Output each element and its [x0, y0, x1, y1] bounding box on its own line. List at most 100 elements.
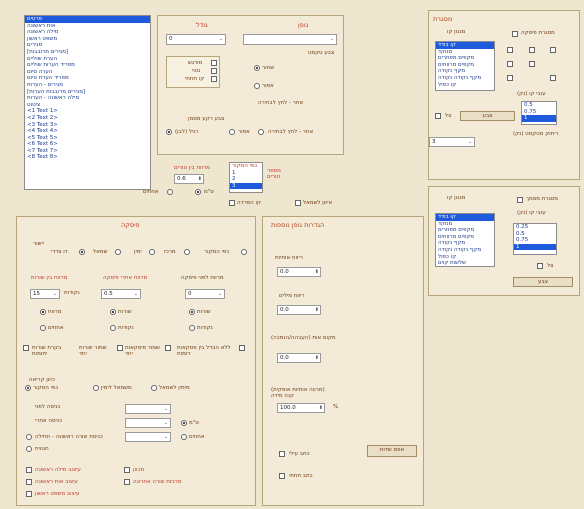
balance-checkbox[interactable]	[295, 200, 301, 206]
list-item[interactable]: מילה ראשונה - הערות	[25, 95, 150, 102]
superscript-checkbox[interactable]	[279, 451, 285, 457]
bg-other-label[interactable]: אחר - לחץ לבחירה	[268, 129, 313, 135]
doc-frame-checkbox[interactable]	[517, 197, 523, 203]
list-item[interactable]: <4 Text 4>	[25, 128, 150, 135]
after-points-radio[interactable]	[110, 325, 116, 331]
list-item[interactable]: מקף נקודה נקודה	[436, 75, 494, 82]
after-lines-radio[interactable]	[110, 309, 116, 315]
space-before-select[interactable]: 0 ⌄	[185, 289, 225, 299]
no-diff-checkbox[interactable]	[239, 345, 245, 351]
list-item[interactable]: 1	[230, 170, 262, 177]
first-line-select[interactable]: ⌄	[125, 432, 171, 442]
list-item[interactable]: מילה ראשונה	[25, 29, 150, 36]
list-item[interactable]: <6 Text 6>	[25, 141, 150, 148]
list-item[interactable]: 2	[230, 176, 262, 183]
first-letter-checkbox[interactable]	[26, 479, 32, 485]
side-checkbox[interactable]	[507, 47, 513, 53]
align-original-radio[interactable]	[241, 249, 247, 255]
thickness-list[interactable]: 0.5 0.75 1	[521, 101, 557, 125]
underline-checkbox[interactable]	[211, 76, 217, 82]
list-item[interactable]: 0.75	[514, 237, 556, 244]
space-after-select[interactable]: 0.5 ⌄	[101, 289, 141, 299]
subscript-checkbox[interactable]	[279, 473, 285, 479]
spinner-icon[interactable]: ⬍	[315, 306, 319, 315]
list-item[interactable]: <7 Text 7>	[25, 148, 150, 155]
list-item[interactable]: <2 Text 2>	[25, 115, 150, 122]
bg-other-radio[interactable]	[258, 129, 264, 135]
before-lines-radio[interactable]	[189, 309, 195, 315]
font-select[interactable]: ⌄	[243, 34, 337, 45]
before-points-radio[interactable]	[189, 325, 195, 331]
fields-list[interactable]: פרטים אות ראשונה מילה ראשונה משפט ראשון …	[24, 15, 151, 190]
list-item[interactable]: קו כפול	[436, 82, 494, 89]
doc-line-style-list[interactable]: קו בודד מנוקד מקפים מפוזרים מקפים מרווחי…	[435, 213, 495, 267]
doc-shadow-checkbox[interactable]	[537, 263, 543, 269]
bg-grey-radio[interactable]	[229, 129, 235, 135]
line-style-list[interactable]: קו בודד מנוקד מקפים מפוזרים מקפים מרווחי…	[435, 41, 495, 91]
list-item[interactable]: הערה סיום	[25, 69, 150, 76]
distance-select[interactable]: 3 ⌄	[429, 137, 475, 147]
indent-after-select[interactable]: ⌄	[125, 418, 171, 428]
keep-lines-checkbox[interactable]	[117, 345, 123, 351]
side-checkbox[interactable]	[550, 47, 556, 53]
list-item[interactable]: מגירים	[25, 42, 150, 49]
bg-white-radio[interactable]	[166, 129, 172, 135]
spinner-icon[interactable]: ⬍	[315, 268, 319, 277]
doc-color-button[interactable]: צבע	[513, 277, 573, 287]
list-item[interactable]: מקפים מרווחים	[436, 234, 494, 241]
side-checkbox[interactable]	[507, 75, 513, 81]
list-item[interactable]: [מגירים מרובבות]	[25, 49, 150, 56]
size-select[interactable]: 0 ⌄	[166, 34, 226, 45]
spacing-cm-radio[interactable]	[195, 189, 201, 195]
list-item[interactable]: מקף נקודה נקודה	[436, 247, 494, 254]
shadow-checkbox[interactable]	[435, 113, 441, 119]
list-item[interactable]: משפט ראשון	[25, 36, 150, 43]
list-item[interactable]: מנוקד	[436, 221, 494, 228]
indent-before-select[interactable]: ⌄	[125, 404, 171, 414]
list-item[interactable]: קו בודד	[436, 214, 494, 221]
list-item[interactable]: מקפים מפוזרים	[436, 55, 494, 62]
hanging-radio[interactable]	[26, 446, 32, 452]
side-checkbox[interactable]	[529, 47, 535, 53]
list-item[interactable]: קו בודד	[436, 42, 494, 49]
line-spacing-select[interactable]: 15 ⌄	[30, 289, 60, 299]
align-center-radio[interactable]	[184, 249, 190, 255]
word-spacing-input[interactable]: 0.0 ⬍	[277, 305, 321, 315]
list-item[interactable]: 0.75	[522, 109, 556, 116]
list-item[interactable]: פרטים	[25, 16, 150, 23]
spacing-pct-radio[interactable]	[167, 189, 173, 195]
first-line-radio[interactable]	[26, 434, 32, 440]
line-pct-radio[interactable]	[40, 325, 46, 331]
list-item[interactable]: מפריד הערת סיום	[25, 75, 150, 82]
list-item[interactable]: <3 Text 3>	[25, 122, 150, 129]
border-checkbox[interactable]	[229, 200, 235, 206]
line-cm-radio[interactable]	[40, 309, 46, 315]
list-item[interactable]: <1 Text 1>	[25, 108, 150, 115]
list-item[interactable]: 1	[514, 243, 556, 251]
list-item[interactable]: 0.25	[514, 224, 556, 231]
widow-checkbox[interactable]	[23, 345, 29, 351]
list-item[interactable]: 1	[522, 115, 556, 122]
align-left-radio[interactable]	[115, 249, 121, 255]
spinner-icon[interactable]: ⬍	[319, 404, 323, 413]
reading-rtl-radio[interactable]	[151, 385, 157, 391]
last-line-checkbox[interactable]	[124, 479, 130, 485]
first-sentence-checkbox[interactable]	[26, 491, 32, 497]
align-justify-radio[interactable]	[79, 249, 85, 255]
paragraph-frame-checkbox[interactable]	[512, 31, 518, 37]
doc-thickness-list[interactable]: 0.25 0.5 0.75 1	[513, 223, 557, 255]
italic-checkbox[interactable]	[211, 68, 217, 74]
list-item[interactable]: כפי המקור	[230, 163, 262, 170]
indent-pct-radio[interactable]	[181, 434, 187, 440]
keep-paragraphs-checkbox[interactable]	[165, 345, 171, 351]
list-item[interactable]: מנוקד	[436, 49, 494, 56]
directed-checkbox[interactable]	[124, 467, 130, 473]
side-checkbox[interactable]	[550, 75, 556, 81]
side-checkbox[interactable]	[507, 61, 513, 67]
list-item[interactable]: שלשות קוים	[436, 260, 494, 266]
list-item[interactable]: 0.5	[514, 231, 556, 238]
list-item[interactable]: ציטוט	[25, 102, 150, 109]
columns-list[interactable]: כפי המקור 1 2 3	[229, 162, 263, 193]
reading-ltr-radio[interactable]	[93, 385, 99, 391]
list-item[interactable]: מקף נקודה	[436, 68, 494, 75]
